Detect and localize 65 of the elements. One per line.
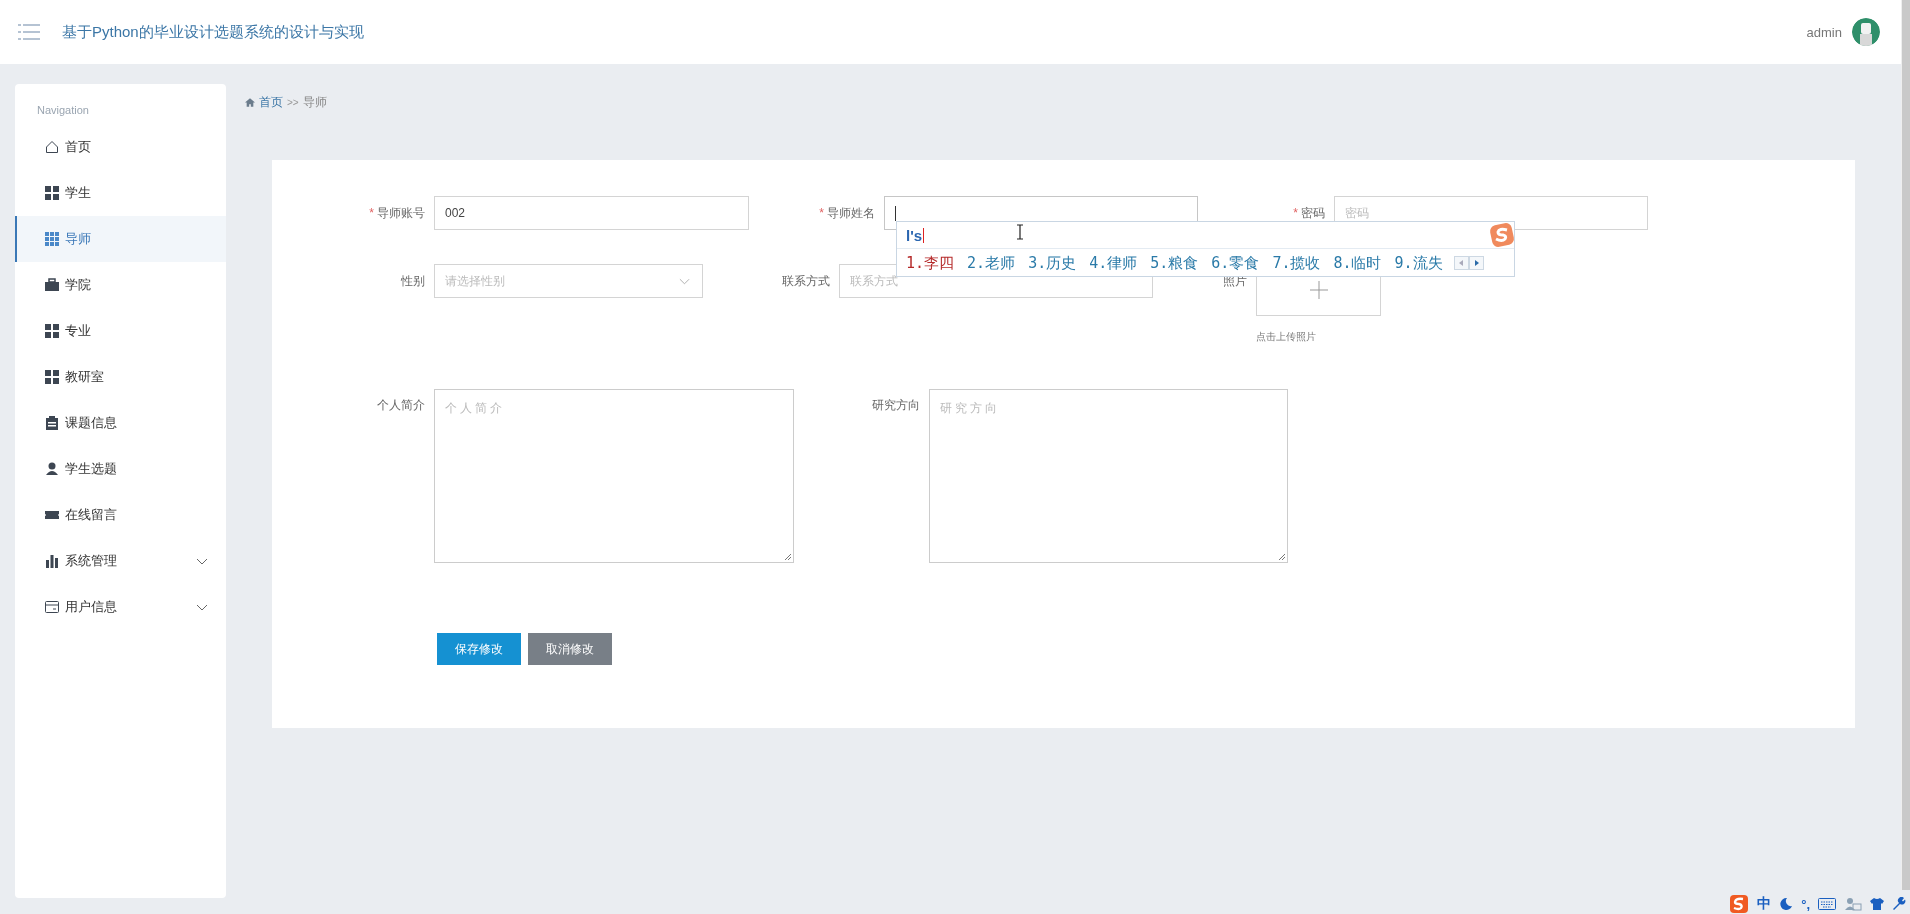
sidebar-item[interactable]: 学生 — [15, 170, 226, 216]
ime-punctuation[interactable]: °, — [1801, 896, 1810, 912]
grid-icon — [45, 324, 59, 338]
user-icon — [45, 462, 59, 476]
resize-handle-icon[interactable] — [784, 553, 792, 561]
text-cursor-icon — [1016, 224, 1024, 240]
sidebar-heading: Navigation — [36, 104, 90, 116]
sidebar-item[interactable]: 在线留言 — [15, 492, 226, 538]
resize-handle-icon[interactable] — [1278, 553, 1286, 561]
required-mark: * — [369, 206, 374, 220]
sidebar-item[interactable]: 课题信息 — [15, 400, 226, 446]
field-label: 性别 — [401, 272, 425, 290]
cancel-button[interactable]: 取消修改 — [528, 633, 612, 665]
ime-composition: l's — [906, 226, 923, 244]
moon-icon[interactable] — [1779, 897, 1794, 911]
sidebar-item[interactable]: 学院 — [15, 262, 226, 308]
grid-icon — [45, 232, 59, 246]
logo-icon[interactable] — [1729, 894, 1750, 914]
ime-candidate[interactable]: 9.流失 — [1394, 253, 1443, 273]
field-label: 导师姓名 — [827, 204, 875, 222]
field-label: 导师账号 — [377, 204, 425, 222]
ime-mode[interactable]: 中 — [1757, 895, 1772, 913]
required-mark: * — [1293, 206, 1298, 220]
field-label: 联系方式 — [782, 272, 830, 290]
user-card-icon[interactable] — [1844, 897, 1862, 911]
sidebar-item[interactable]: 专业 — [15, 308, 226, 354]
breadcrumb-separator: >> — [287, 96, 299, 108]
ticket-icon — [45, 508, 59, 522]
avatar[interactable] — [1852, 18, 1880, 46]
save-button[interactable]: 保存修改 — [437, 633, 521, 665]
shirt-icon[interactable] — [1870, 897, 1884, 911]
field-label: 研究方向 — [872, 397, 920, 414]
keyboard-icon[interactable] — [1818, 898, 1836, 910]
breadcrumb-link[interactable]: 首页 — [259, 93, 283, 111]
grid-icon — [45, 186, 59, 200]
sidebar-item[interactable]: 导师 — [15, 216, 226, 262]
clipboard-icon — [45, 416, 59, 430]
sidebar-item[interactable]: 系统管理 — [15, 538, 226, 584]
card-icon — [45, 600, 59, 614]
chevron-down-icon — [679, 277, 690, 285]
upload-hint: 点击上传照片 — [1256, 330, 1317, 344]
ime-candidate[interactable]: 8.临时 — [1333, 253, 1382, 273]
chevron-icon — [196, 603, 208, 611]
username[interactable]: admin — [1806, 24, 1842, 40]
app-title: 基于Python的毕业设计选题系统的设计与实现 — [62, 22, 364, 42]
sidebar-item[interactable]: 教研室 — [15, 354, 226, 400]
wrench-icon[interactable] — [1892, 897, 1906, 911]
sidebar-item[interactable]: 用户信息 — [15, 584, 226, 630]
ime-candidate[interactable]: 7.揽收 — [1272, 253, 1321, 273]
page-arrows-icon[interactable] — [1453, 256, 1484, 270]
bar-chart-icon — [45, 554, 59, 568]
input-field[interactable]: 002 — [434, 196, 749, 230]
ime-candidate[interactable]: 6.零食 — [1211, 253, 1260, 273]
field-label: 密码 — [1301, 204, 1325, 222]
briefcase-icon — [45, 278, 59, 292]
chevron-icon — [196, 557, 208, 565]
grid-icon — [45, 370, 59, 384]
sidebar-item[interactable]: 首页 — [15, 124, 226, 170]
field-label: 个人简介 — [377, 397, 425, 414]
required-mark: * — [819, 206, 824, 220]
sidebar-item[interactable]: 学生选题 — [15, 446, 226, 492]
home-icon — [245, 97, 255, 107]
breadcrumb-current: 导师 — [302, 93, 327, 111]
home-icon — [45, 140, 59, 154]
ime-candidate[interactable]: 5.粮食 — [1150, 253, 1199, 273]
